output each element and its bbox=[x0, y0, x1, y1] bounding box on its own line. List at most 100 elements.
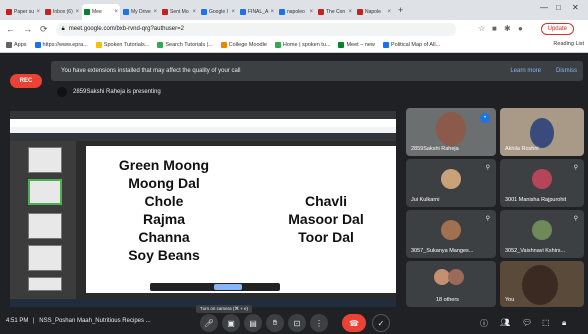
end-call-icon: ☎︎ bbox=[349, 318, 359, 328]
reactions-button[interactable]: ✓ bbox=[372, 314, 390, 332]
stop-sharing-button[interactable] bbox=[214, 284, 242, 290]
others-tile[interactable]: 18 others bbox=[406, 261, 496, 307]
bookmark-icon bbox=[382, 42, 389, 48]
tab-close-icon[interactable]: × bbox=[231, 9, 235, 15]
more-icon: ⋮ bbox=[315, 318, 323, 328]
bookmark-item[interactable]: Search Tutorials |... bbox=[157, 42, 213, 48]
slide-right-list: Chavli Masoor Dal Toor Dal bbox=[271, 192, 381, 246]
tab-close-icon[interactable]: × bbox=[270, 9, 274, 15]
leave-call-button[interactable]: ☎︎ bbox=[342, 314, 366, 332]
address-toolbar: ← → ⟳ 🔒︎ meet.google.com/bxb-rvnd-qrg?au… bbox=[0, 20, 588, 38]
tab-label: FINAL_A bbox=[248, 9, 269, 15]
shared-doc-toolbar bbox=[10, 133, 396, 141]
tab-close-icon[interactable]: × bbox=[348, 9, 352, 15]
browser-tab[interactable]: Inbox (6) × bbox=[43, 4, 81, 20]
presenter-avatar bbox=[57, 87, 67, 97]
shared-tabbar bbox=[10, 111, 396, 119]
slide-item: Moong Dal bbox=[128, 175, 200, 191]
more-options-button[interactable]: ⋮ bbox=[310, 314, 328, 332]
tab-label: Sent Mo bbox=[170, 9, 189, 15]
slide-item: Chavli bbox=[304, 193, 347, 209]
dismiss-button[interactable]: Dismiss bbox=[556, 68, 577, 74]
raise-hand-button[interactable]: ✋︎ bbox=[266, 314, 284, 332]
bookmark-item[interactable]: Spoken Tutorials... bbox=[95, 42, 149, 48]
mic-icon: 🎤︎ bbox=[203, 318, 215, 328]
reload-icon[interactable]: ⟳ bbox=[40, 24, 48, 35]
browser-tab[interactable]: Mee × bbox=[82, 4, 120, 20]
tab-label: Paper su bbox=[14, 9, 35, 15]
bookmark-item[interactable]: College Moodle bbox=[220, 42, 267, 48]
back-icon[interactable]: ← bbox=[6, 24, 15, 34]
bookmark-icon bbox=[274, 42, 281, 48]
bookmark-item[interactable]: Home | spoken tu... bbox=[274, 42, 331, 48]
browser-tab[interactable]: My Drive × bbox=[121, 4, 159, 20]
bookmark-label: Search Tutorials |... bbox=[165, 42, 213, 48]
tab-close-icon[interactable]: × bbox=[153, 9, 157, 15]
browser-tab[interactable]: Paper su × bbox=[4, 4, 42, 20]
forward-icon[interactable]: → bbox=[23, 24, 32, 34]
new-tab-button[interactable]: + bbox=[398, 5, 403, 15]
puzzle-icon[interactable]: ✱ bbox=[504, 24, 511, 33]
tab-close-icon[interactable]: × bbox=[309, 9, 313, 15]
tab-close-icon[interactable]: × bbox=[75, 9, 79, 15]
participant-name: 2859Sakshi Raheja bbox=[411, 146, 459, 152]
self-tile[interactable]: You bbox=[500, 261, 584, 307]
star-icon[interactable]: ☆ bbox=[478, 24, 485, 33]
bookmark-label: Home | spoken tu... bbox=[282, 42, 331, 48]
update-button[interactable]: Update bbox=[540, 23, 574, 35]
bookmark-item[interactable]: Apps bbox=[6, 42, 27, 48]
mic-button[interactable]: 🎤︎ bbox=[200, 314, 218, 332]
mic-off-icon: ⚲ bbox=[485, 165, 490, 171]
present-button[interactable]: ⊡ bbox=[288, 314, 306, 332]
reading-list-button[interactable]: Reading List bbox=[553, 41, 584, 47]
participant-name: Jui Kulkarni bbox=[411, 197, 440, 203]
others-count: 18 others bbox=[436, 297, 459, 303]
lock-controls-icon[interactable]: 🔒︎ bbox=[562, 318, 566, 328]
browser-tab[interactable]: The Con × bbox=[316, 4, 354, 20]
learn-more-link[interactable]: Learn more bbox=[510, 68, 541, 74]
browser-tab[interactable]: Google I × bbox=[199, 4, 237, 20]
participant-tile[interactable]: • 2859Sakshi Raheja bbox=[406, 108, 496, 156]
captions-button[interactable]: ▤ bbox=[244, 314, 262, 332]
profile-icon[interactable]: ● bbox=[518, 24, 523, 33]
url-bar[interactable]: 🔒︎ meet.google.com/bxb-rvnd-qrg?authuser… bbox=[55, 22, 456, 36]
participant-video bbox=[436, 112, 466, 146]
meet-control-bar: 4:51 PM | NSS_Poshan Maah_Nutritious Rec… bbox=[0, 311, 588, 334]
slide-thumb bbox=[28, 245, 62, 271]
browser-tab[interactable]: napoleo × bbox=[277, 4, 315, 20]
bookmark-item[interactable]: Political Map of All... bbox=[382, 42, 440, 48]
meeting-info: 4:51 PM | NSS_Poshan Maah_Nutritious Rec… bbox=[6, 318, 151, 324]
minimize-icon[interactable]: — bbox=[540, 3, 548, 12]
camera-off-icon: ▣ bbox=[227, 318, 235, 328]
slide-item: Green Moong bbox=[118, 157, 210, 173]
participant-avatar bbox=[448, 269, 464, 285]
tab-close-icon[interactable]: × bbox=[36, 9, 40, 15]
slide-item: Masoor Dal bbox=[288, 211, 364, 227]
presenter-toolbar[interactable] bbox=[150, 283, 280, 291]
bookmark-item[interactable]: Meet – new bbox=[338, 42, 375, 48]
browser-tab[interactable]: Sent Mo × bbox=[160, 4, 198, 20]
close-window-icon[interactable]: ✕ bbox=[572, 3, 579, 12]
participant-tile[interactable]: ⚲ 3052_Vaishnavi Kshirs... bbox=[500, 210, 584, 258]
url-text: meet.google.com/bxb-rvnd-qrg?authuser=2 bbox=[68, 26, 184, 32]
shared-addressbar bbox=[10, 119, 396, 127]
tab-close-icon[interactable]: × bbox=[114, 9, 118, 15]
browser-tab[interactable]: Napole × bbox=[355, 4, 393, 20]
participant-tile[interactable]: ⚲ 3001 Manisha Rajpurohit bbox=[500, 159, 584, 207]
bookmark-item[interactable]: https://www.epra... bbox=[34, 42, 88, 48]
tab-close-icon[interactable]: × bbox=[387, 9, 391, 15]
activities-icon[interactable]: ⬚ bbox=[542, 318, 550, 327]
participant-tile[interactable]: ⚲ Jui Kulkarni bbox=[406, 159, 496, 207]
hand-icon: ✋︎ bbox=[272, 318, 278, 327]
camera-button[interactable]: ▣ bbox=[222, 314, 240, 332]
people-icon[interactable]: 👥︎ bbox=[500, 318, 510, 327]
participant-tile[interactable]: ⚲ 3057_Sukanya Manges... bbox=[406, 210, 496, 258]
check-icon: ✓ bbox=[377, 318, 385, 328]
maximize-icon[interactable]: □ bbox=[556, 3, 561, 12]
browser-tab[interactable]: FINAL_A × bbox=[238, 4, 276, 20]
participant-tile[interactable]: Akhila Roshni bbox=[500, 108, 584, 156]
camera-icon[interactable]: ■ bbox=[492, 24, 497, 33]
chat-icon[interactable]: 💬︎ bbox=[522, 318, 532, 327]
tab-close-icon[interactable]: × bbox=[192, 9, 196, 15]
info-icon[interactable]: ⓘ bbox=[480, 318, 488, 329]
